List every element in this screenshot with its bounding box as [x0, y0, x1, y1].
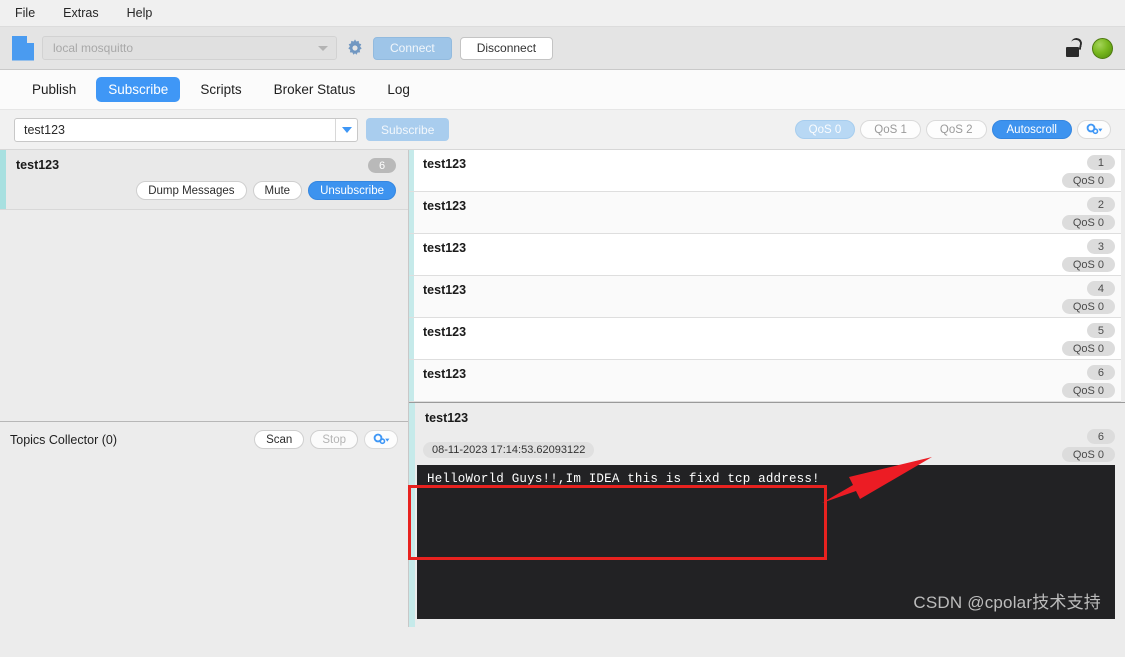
table-row[interactable]: test123 5 QoS 0 — [409, 318, 1125, 360]
message-index-badge: 4 — [1086, 281, 1115, 296]
topics-collector-body — [0, 457, 408, 627]
message-qos-badge: QoS 0 — [1061, 383, 1115, 398]
collector-settings-button[interactable] — [364, 430, 398, 449]
message-accent-bar — [409, 192, 414, 233]
table-row[interactable]: test123 6 QoS 0 — [409, 360, 1125, 402]
scan-button[interactable]: Scan — [254, 430, 305, 449]
message-list-scrollbar[interactable] — [1121, 150, 1125, 402]
tab-subscribe[interactable]: Subscribe — [96, 77, 181, 102]
message-topic-label: test123 — [423, 283, 467, 297]
message-index-badge: 2 — [1086, 197, 1115, 212]
connect-button[interactable]: Connect — [373, 36, 452, 60]
menu-item-help[interactable]: Help — [124, 4, 156, 22]
mute-button[interactable]: Mute — [252, 181, 303, 200]
subscribe-options: QoS 0 QoS 1 QoS 2 Autoscroll — [794, 120, 1111, 139]
tab-broker-status[interactable]: Broker Status — [262, 77, 368, 102]
message-index-badge: 6 — [1086, 365, 1115, 380]
menu-item-file[interactable]: File — [12, 4, 38, 22]
qos-0-button[interactable]: QoS 0 — [794, 120, 856, 139]
tab-scripts[interactable]: Scripts — [188, 77, 253, 102]
app-window: File Extras Help local mosquitto Connect… — [0, 0, 1125, 657]
message-qos-badge: QoS 0 — [1061, 215, 1115, 230]
detail-payload[interactable]: HelloWorld Guys!!,Im IDEA this is fixd t… — [417, 465, 1115, 619]
topics-collector-header: Topics Collector (0) Scan Stop — [0, 421, 408, 457]
message-accent-bar — [409, 360, 414, 401]
menu-item-extras[interactable]: Extras — [60, 4, 101, 22]
tab-publish[interactable]: Publish — [20, 77, 88, 102]
message-qos-badge: QoS 0 — [1061, 173, 1115, 188]
detail-payload-text: HelloWorld Guys!!,Im IDEA this is fixd t… — [427, 472, 820, 486]
left-panel: test123 6 Dump Messages Mute Unsubscribe… — [0, 150, 409, 627]
detail-index-badge: 6 — [1086, 429, 1115, 444]
message-qos-badge: QoS 0 — [1061, 257, 1115, 272]
status-led-icon — [1092, 37, 1113, 59]
topic-dropdown-button[interactable] — [335, 118, 357, 141]
message-topic-label: test123 — [423, 325, 467, 339]
message-list: test123 1 QoS 0 test123 2 QoS 0 test123 … — [409, 150, 1125, 402]
settings-gears-dropdown-icon — [373, 433, 389, 445]
watermark-text: CSDN @cpolar技术支持 — [913, 593, 1101, 612]
menu-bar: File Extras Help — [0, 0, 1125, 27]
stop-button[interactable]: Stop — [310, 430, 358, 449]
message-index-badge: 1 — [1086, 155, 1115, 170]
subscribe-settings-button[interactable] — [1077, 120, 1111, 139]
qos-2-button[interactable]: QoS 2 — [925, 120, 987, 139]
message-topic-label: test123 — [423, 157, 467, 171]
table-row[interactable]: test123 4 QoS 0 — [409, 276, 1125, 318]
autoscroll-toggle[interactable]: Autoscroll — [991, 120, 1072, 139]
gear-icon[interactable] — [345, 38, 365, 58]
message-qos-badge: QoS 0 — [1061, 341, 1115, 356]
detail-timestamp: 08-11-2023 17:14:53.62093122 — [423, 442, 595, 458]
unlocked-padlock-icon — [1064, 36, 1084, 57]
broker-select-value: local mosquitto — [53, 41, 134, 55]
disconnect-button[interactable]: Disconnect — [459, 36, 554, 60]
subscribe-toolbar: test123 Subscribe QoS 0 QoS 1 QoS 2 Auto… — [0, 110, 1125, 150]
topic-input-value: test123 — [24, 122, 66, 137]
chevron-down-icon — [341, 126, 352, 133]
message-accent-bar — [409, 150, 414, 191]
subscription-item[interactable]: test123 6 Dump Messages Mute Unsubscribe — [0, 150, 408, 210]
broker-select[interactable]: local mosquitto — [42, 36, 337, 60]
message-accent-bar — [409, 318, 414, 359]
unsubscribe-button[interactable]: Unsubscribe — [308, 181, 396, 200]
message-topic-label: test123 — [423, 199, 467, 213]
message-topic-label: test123 — [423, 367, 467, 381]
message-accent-bar — [409, 276, 414, 317]
subscription-topic-label: test123 — [16, 158, 60, 172]
subscription-count-badge: 6 — [368, 158, 396, 173]
topics-collector-title: Topics Collector (0) — [10, 432, 117, 447]
main-tabs: Publish Subscribe Scripts Broker Status … — [0, 70, 1125, 110]
message-accent-bar — [409, 234, 414, 275]
message-topic-label: test123 — [423, 241, 467, 255]
dump-messages-button[interactable]: Dump Messages — [136, 181, 247, 200]
document-icon[interactable] — [12, 35, 34, 61]
subscription-accent-bar — [0, 150, 6, 209]
message-index-badge: 3 — [1086, 239, 1115, 254]
message-index-badge: 5 — [1086, 323, 1115, 338]
subscribe-button[interactable]: Subscribe — [366, 118, 450, 141]
tab-log[interactable]: Log — [375, 77, 422, 102]
subscription-list: test123 6 Dump Messages Mute Unsubscribe — [0, 150, 408, 421]
connection-bar: local mosquitto Connect Disconnect — [0, 27, 1125, 70]
table-row[interactable]: test123 2 QoS 0 — [409, 192, 1125, 234]
chevron-down-icon — [318, 45, 328, 51]
connection-status-group — [1064, 36, 1113, 59]
message-detail-panel: test123 6 QoS 0 08-11-2023 17:14:53.6209… — [409, 402, 1125, 627]
detail-topic-label: test123 — [425, 411, 469, 425]
table-row[interactable]: test123 3 QoS 0 — [409, 234, 1125, 276]
topic-input[interactable]: test123 — [14, 117, 358, 142]
message-qos-badge: QoS 0 — [1061, 299, 1115, 314]
table-row[interactable]: test123 1 QoS 0 — [409, 150, 1125, 192]
detail-header: test123 6 QoS 0 — [409, 403, 1125, 462]
right-panel: test123 1 QoS 0 test123 2 QoS 0 test123 … — [409, 150, 1125, 627]
settings-gears-dropdown-icon — [1086, 123, 1102, 135]
main-body: test123 6 Dump Messages Mute Unsubscribe… — [0, 150, 1125, 627]
detail-qos-badge: QoS 0 — [1061, 447, 1115, 462]
qos-1-button[interactable]: QoS 1 — [860, 120, 921, 139]
